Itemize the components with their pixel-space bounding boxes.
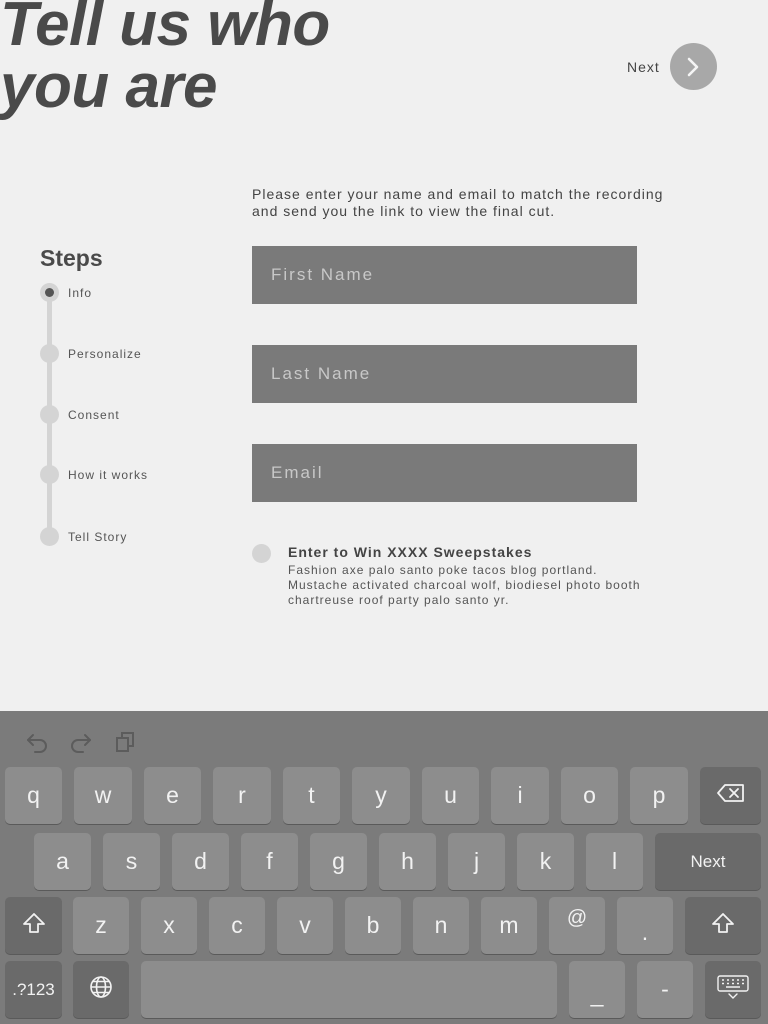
chevron-right-icon <box>669 43 717 90</box>
key-a[interactable]: a <box>34 833 91 890</box>
key-b[interactable]: b <box>345 897 401 954</box>
backspace-icon <box>716 782 746 809</box>
key-period[interactable]: . <box>617 897 673 954</box>
step-dot-active <box>40 283 59 302</box>
step-tell-story[interactable]: Tell Story <box>40 527 127 546</box>
key-z[interactable]: z <box>73 897 129 954</box>
key-s[interactable]: s <box>103 833 160 890</box>
space-bar[interactable] <box>141 961 557 1018</box>
step-dot <box>40 405 59 424</box>
step-label: Tell Story <box>68 529 128 544</box>
first-name-field[interactable] <box>252 246 637 304</box>
backspace-key[interactable] <box>700 767 761 824</box>
step-consent[interactable]: Consent <box>40 405 120 424</box>
step-how-it-works[interactable]: How it works <box>40 465 148 484</box>
keyboard-next-key[interactable]: Next <box>655 833 761 890</box>
key-dash[interactable]: - <box>637 961 693 1018</box>
key-h[interactable]: h <box>379 833 436 890</box>
key-l[interactable]: l <box>586 833 643 890</box>
keyboard-toolbar <box>22 727 140 757</box>
key-at[interactable]: @ <box>549 897 605 954</box>
step-info[interactable]: Info <box>40 283 92 302</box>
globe-icon <box>89 975 113 1005</box>
step-label: How it works <box>68 467 149 482</box>
page-title: Tell us who you are <box>0 0 330 118</box>
step-label: Consent <box>68 407 120 422</box>
key-t[interactable]: t <box>283 767 340 824</box>
next-label: Next <box>627 58 660 75</box>
key-x[interactable]: x <box>141 897 197 954</box>
key-m[interactable]: m <box>481 897 537 954</box>
form-instructions: Please enter your name and email to matc… <box>252 186 664 219</box>
key-w[interactable]: w <box>74 767 132 824</box>
key-d[interactable]: d <box>172 833 229 890</box>
step-label: Info <box>68 285 93 300</box>
title-line-2: you are <box>0 52 218 121</box>
step-dot <box>40 465 59 484</box>
step-dot <box>40 527 59 546</box>
shift-icon <box>21 911 47 941</box>
step-personalize[interactable]: Personalize <box>40 344 142 363</box>
sweepstakes-title: Enter to Win XXXX Sweepstakes <box>288 544 533 560</box>
key-e[interactable]: e <box>144 767 201 824</box>
paste-icon[interactable] <box>110 727 140 757</box>
sweepstakes-radio[interactable] <box>252 544 271 563</box>
key-j[interactable]: j <box>448 833 505 890</box>
numbers-mode-key[interactable]: .?123 <box>5 961 62 1018</box>
key-v[interactable]: v <box>277 897 333 954</box>
shift-icon <box>710 911 736 941</box>
key-o[interactable]: o <box>561 767 618 824</box>
key-y[interactable]: y <box>352 767 410 824</box>
next-button[interactable]: Next <box>627 43 717 90</box>
on-screen-keyboard: q w e r t y u i o p a s d f g h j k l Ne… <box>0 711 768 1024</box>
step-dot <box>40 344 59 363</box>
title-line-1: Tell us who <box>0 0 330 59</box>
key-f[interactable]: f <box>241 833 298 890</box>
undo-icon[interactable] <box>22 727 52 757</box>
step-label: Personalize <box>68 346 142 361</box>
key-underscore[interactable]: _ <box>569 961 625 1018</box>
globe-key[interactable] <box>73 961 129 1018</box>
keyboard-dismiss-icon <box>716 974 750 1006</box>
shift-key-left[interactable] <box>5 897 62 954</box>
key-p[interactable]: p <box>630 767 688 824</box>
sweepstakes-description: Fashion axe palo santo poke tacos blog p… <box>288 563 641 607</box>
redo-icon[interactable] <box>66 727 96 757</box>
key-c[interactable]: c <box>209 897 265 954</box>
key-n[interactable]: n <box>413 897 469 954</box>
key-q[interactable]: q <box>5 767 62 824</box>
key-u[interactable]: u <box>422 767 479 824</box>
key-r[interactable]: r <box>213 767 271 824</box>
key-k[interactable]: k <box>517 833 574 890</box>
shift-key-right[interactable] <box>685 897 761 954</box>
key-i[interactable]: i <box>491 767 549 824</box>
steps-title: Steps <box>40 245 103 271</box>
last-name-field[interactable] <box>252 345 637 403</box>
dismiss-keyboard-key[interactable] <box>705 961 761 1018</box>
key-g[interactable]: g <box>310 833 367 890</box>
email-field[interactable] <box>252 444 637 502</box>
